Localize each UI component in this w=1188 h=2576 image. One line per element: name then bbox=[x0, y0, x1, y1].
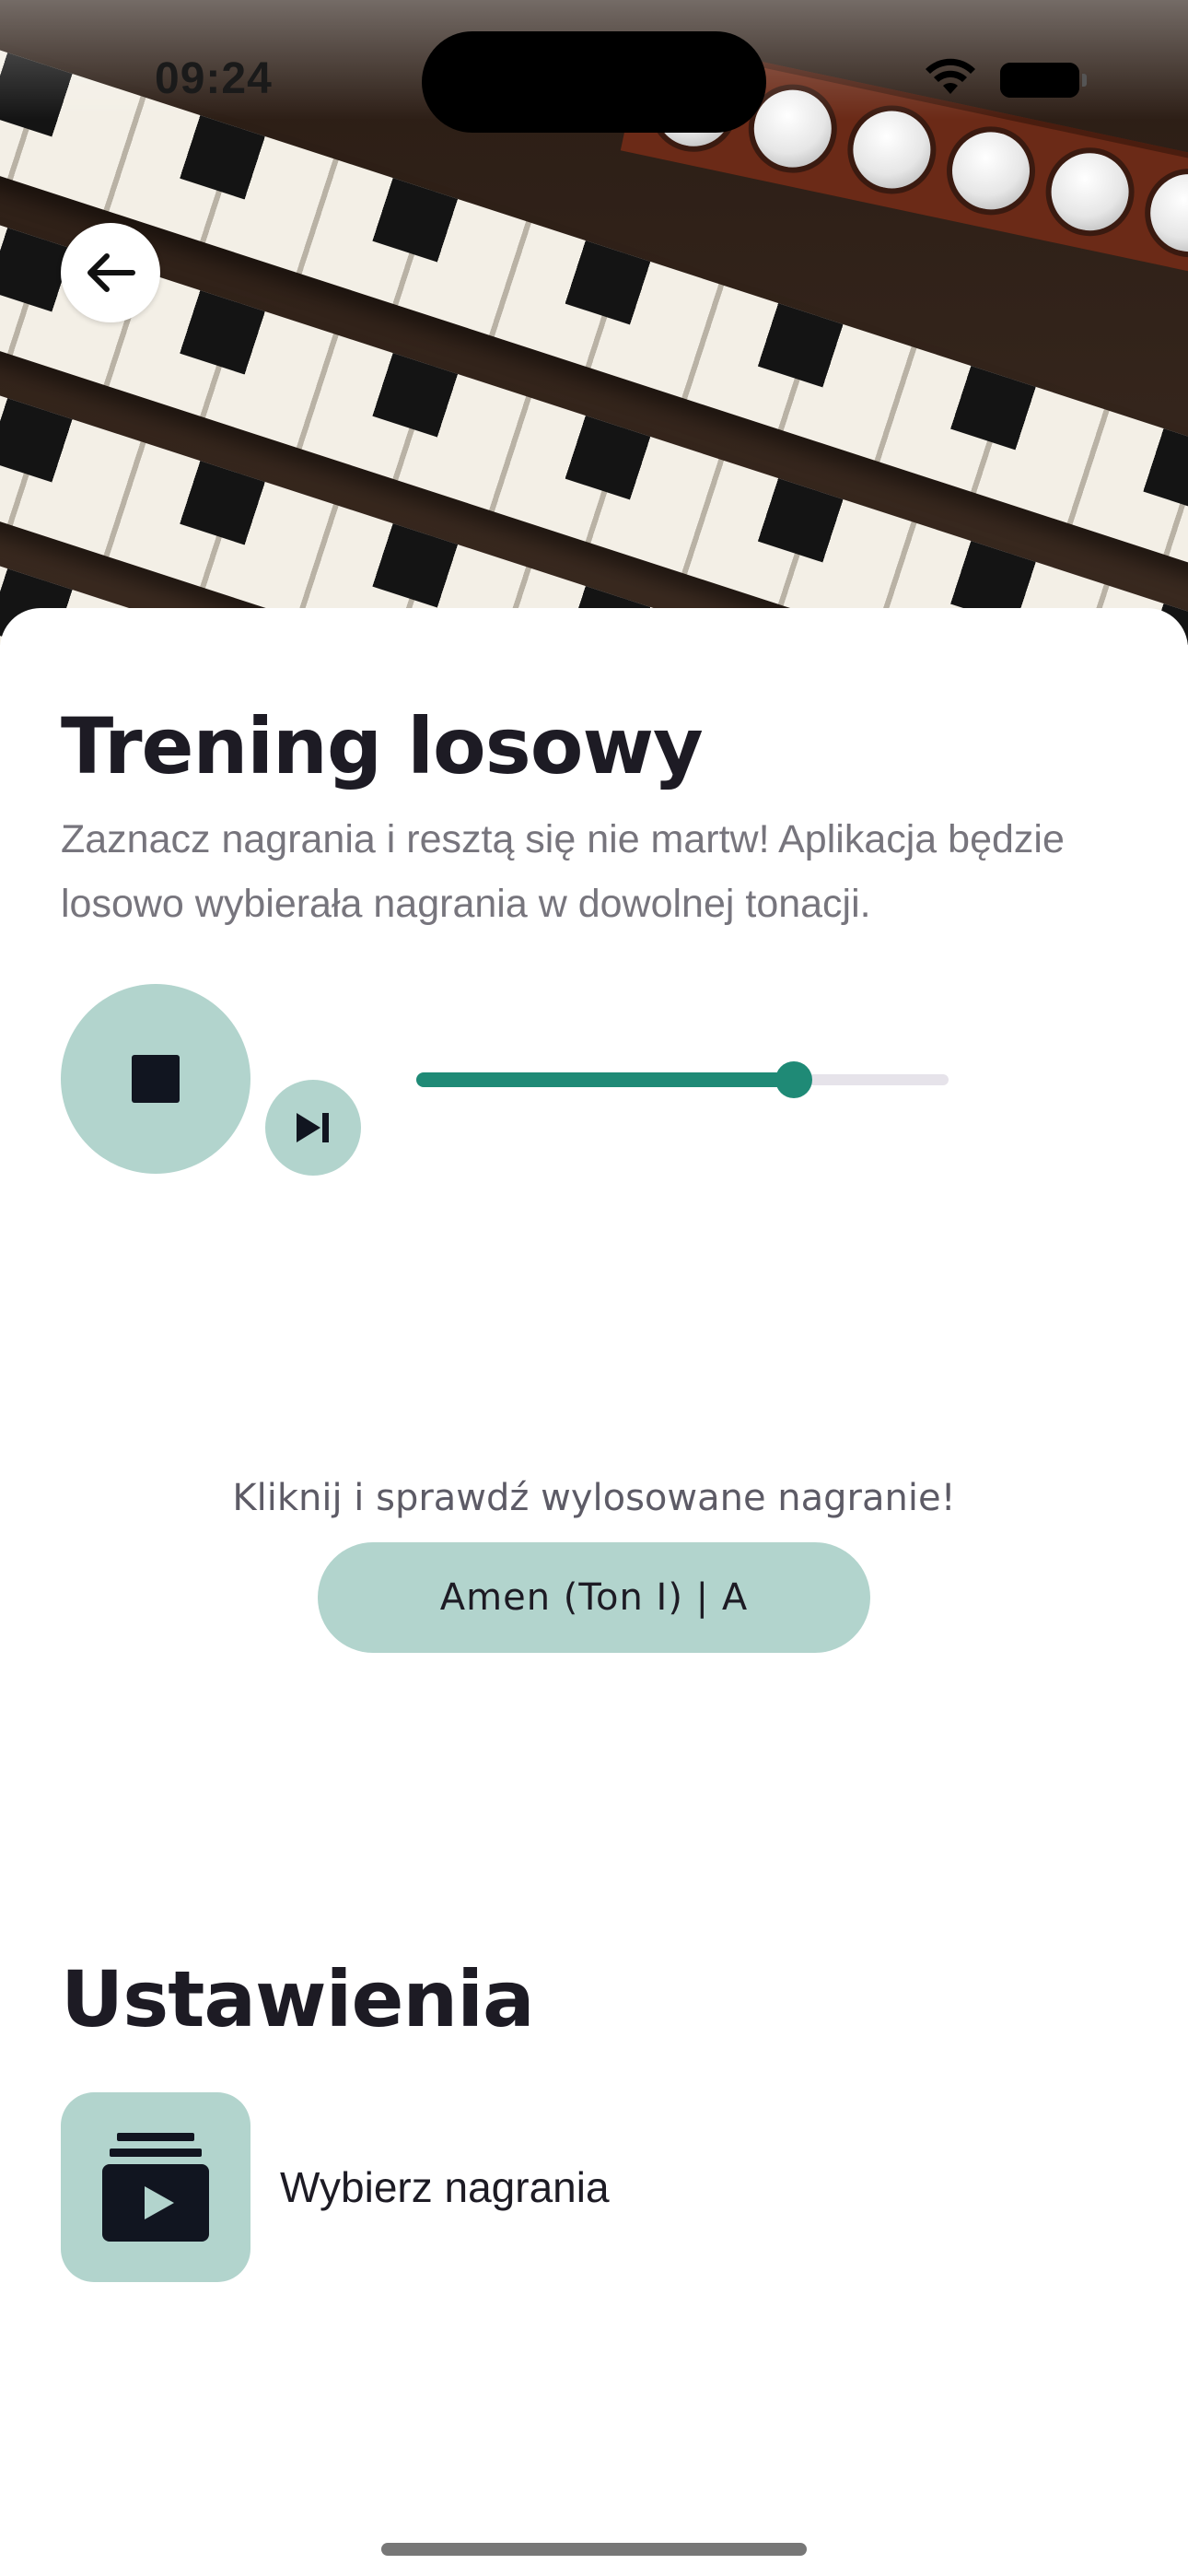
random-pick-hint: Kliknij i sprawdź wylosowane nagranie! bbox=[232, 1477, 956, 1519]
settings-item-select-recordings[interactable]: Wybierz nagrania bbox=[61, 2091, 1127, 2283]
page-description: Zaznacz nagrania i resztą się nie martw!… bbox=[61, 817, 1065, 926]
organ-stop-knob bbox=[1037, 139, 1143, 245]
settings-item-label: Wybierz nagrania bbox=[280, 2163, 610, 2211]
page-title: Trening losowy bbox=[61, 701, 704, 791]
organ-stop-knob bbox=[938, 118, 1043, 224]
random-recording-button[interactable]: Amen (Ton I) | A bbox=[318, 1542, 870, 1653]
skip-next-button[interactable] bbox=[265, 1080, 361, 1176]
settings-item-icon-box bbox=[61, 2092, 250, 2282]
back-button[interactable] bbox=[61, 223, 160, 322]
status-time: 09:24 bbox=[155, 54, 273, 103]
video-library-icon bbox=[102, 2133, 209, 2242]
arrow-left-icon bbox=[87, 253, 135, 292]
stop-icon bbox=[132, 1055, 180, 1103]
dynamic-island bbox=[422, 31, 766, 133]
settings-title: Ustawienia bbox=[61, 1954, 535, 2044]
wifi-icon bbox=[926, 58, 975, 94]
slider-thumb[interactable] bbox=[775, 1061, 813, 1098]
slider-fill bbox=[416, 1072, 795, 1087]
playback-progress-slider[interactable] bbox=[416, 1058, 949, 1102]
battery-icon bbox=[1000, 63, 1087, 98]
home-indicator bbox=[381, 2543, 807, 2556]
stop-button[interactable] bbox=[61, 984, 250, 1174]
organ-stop-knob bbox=[1136, 160, 1188, 266]
skip-next-icon bbox=[297, 1113, 329, 1142]
